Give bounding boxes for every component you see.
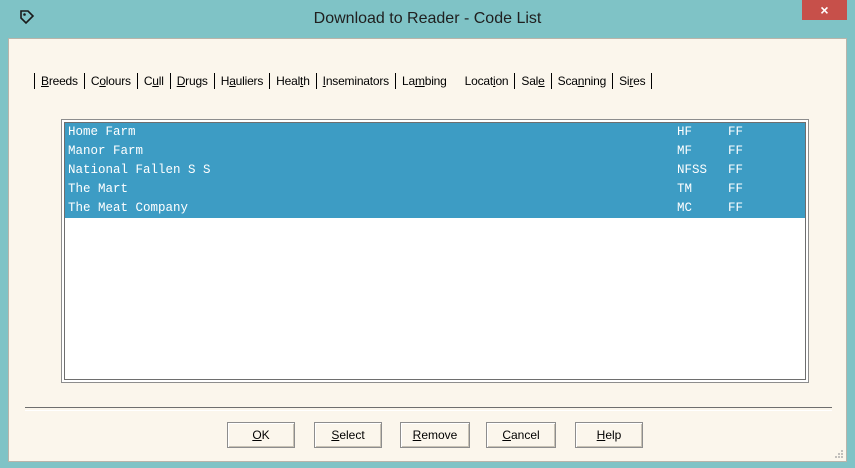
item-code: HF [677, 125, 693, 139]
select-button[interactable]: Select [314, 422, 382, 448]
list-item[interactable]: Home Farm HF FF [65, 123, 805, 142]
tab-sale[interactable]: Sale [515, 73, 552, 89]
window-title: Download to Reader - Code List [313, 10, 542, 27]
item-code: NFSS [677, 163, 708, 177]
tab-cull[interactable]: Cull [138, 73, 171, 89]
item-name: The Mart [68, 182, 129, 196]
title-bar[interactable]: Download to Reader - Code List × [0, 0, 855, 38]
item-code: TM [677, 182, 693, 196]
list-item[interactable]: The Mart TM FF [65, 180, 805, 199]
item-type: FF [728, 163, 744, 177]
tab-sires[interactable]: Sires [613, 73, 653, 89]
item-type: FF [728, 125, 744, 139]
code-list[interactable]: Home Farm HF FF Manor Farm MF FF Nationa… [61, 119, 809, 383]
tab-hauliers[interactable]: Hauliers [215, 73, 271, 89]
list-item[interactable]: The Meat Company MC FF [65, 199, 805, 218]
tab-health[interactable]: Health [270, 73, 317, 89]
close-icon[interactable]: × [802, 0, 847, 20]
tab-lambing[interactable]: Lambing [396, 73, 459, 89]
separator [25, 407, 832, 411]
tab-scanning[interactable]: Scanning [552, 73, 614, 89]
tab-strip: Breeds Colours Cull Drugs Hauliers Healt… [34, 71, 653, 91]
item-type: FF [728, 182, 744, 196]
list-item[interactable]: Manor Farm MF FF [65, 142, 805, 161]
item-name: Manor Farm [68, 144, 144, 158]
item-type: FF [728, 144, 744, 158]
remove-button[interactable]: Remove [400, 422, 470, 448]
dialog-window: Download to Reader - Code List × Breeds … [0, 0, 855, 468]
tab-colours[interactable]: Colours [85, 73, 138, 89]
resize-grip-icon[interactable] [834, 449, 844, 459]
tab-inseminators[interactable]: Inseminators [317, 73, 396, 89]
help-button[interactable]: Help [575, 422, 643, 448]
list-item[interactable]: National Fallen S S NFSS FF [65, 161, 805, 180]
cancel-button[interactable]: Cancel [486, 422, 556, 448]
tab-location[interactable]: Location [459, 73, 516, 89]
item-name: National Fallen S S [68, 163, 211, 177]
item-code: MC [677, 201, 693, 215]
dialog-body: Breeds Colours Cull Drugs Hauliers Healt… [8, 38, 847, 462]
tab-breeds[interactable]: Breeds [34, 73, 85, 89]
item-name: Home Farm [68, 125, 136, 139]
item-type: FF [728, 201, 744, 215]
item-name: The Meat Company [68, 201, 189, 215]
ok-button[interactable]: OK [227, 422, 295, 448]
button-bar: OK Select Remove Cancel Help [9, 422, 846, 448]
tab-drugs[interactable]: Drugs [171, 73, 215, 89]
item-code: MF [677, 144, 693, 158]
code-list-content[interactable]: Home Farm HF FF Manor Farm MF FF Nationa… [64, 122, 806, 380]
